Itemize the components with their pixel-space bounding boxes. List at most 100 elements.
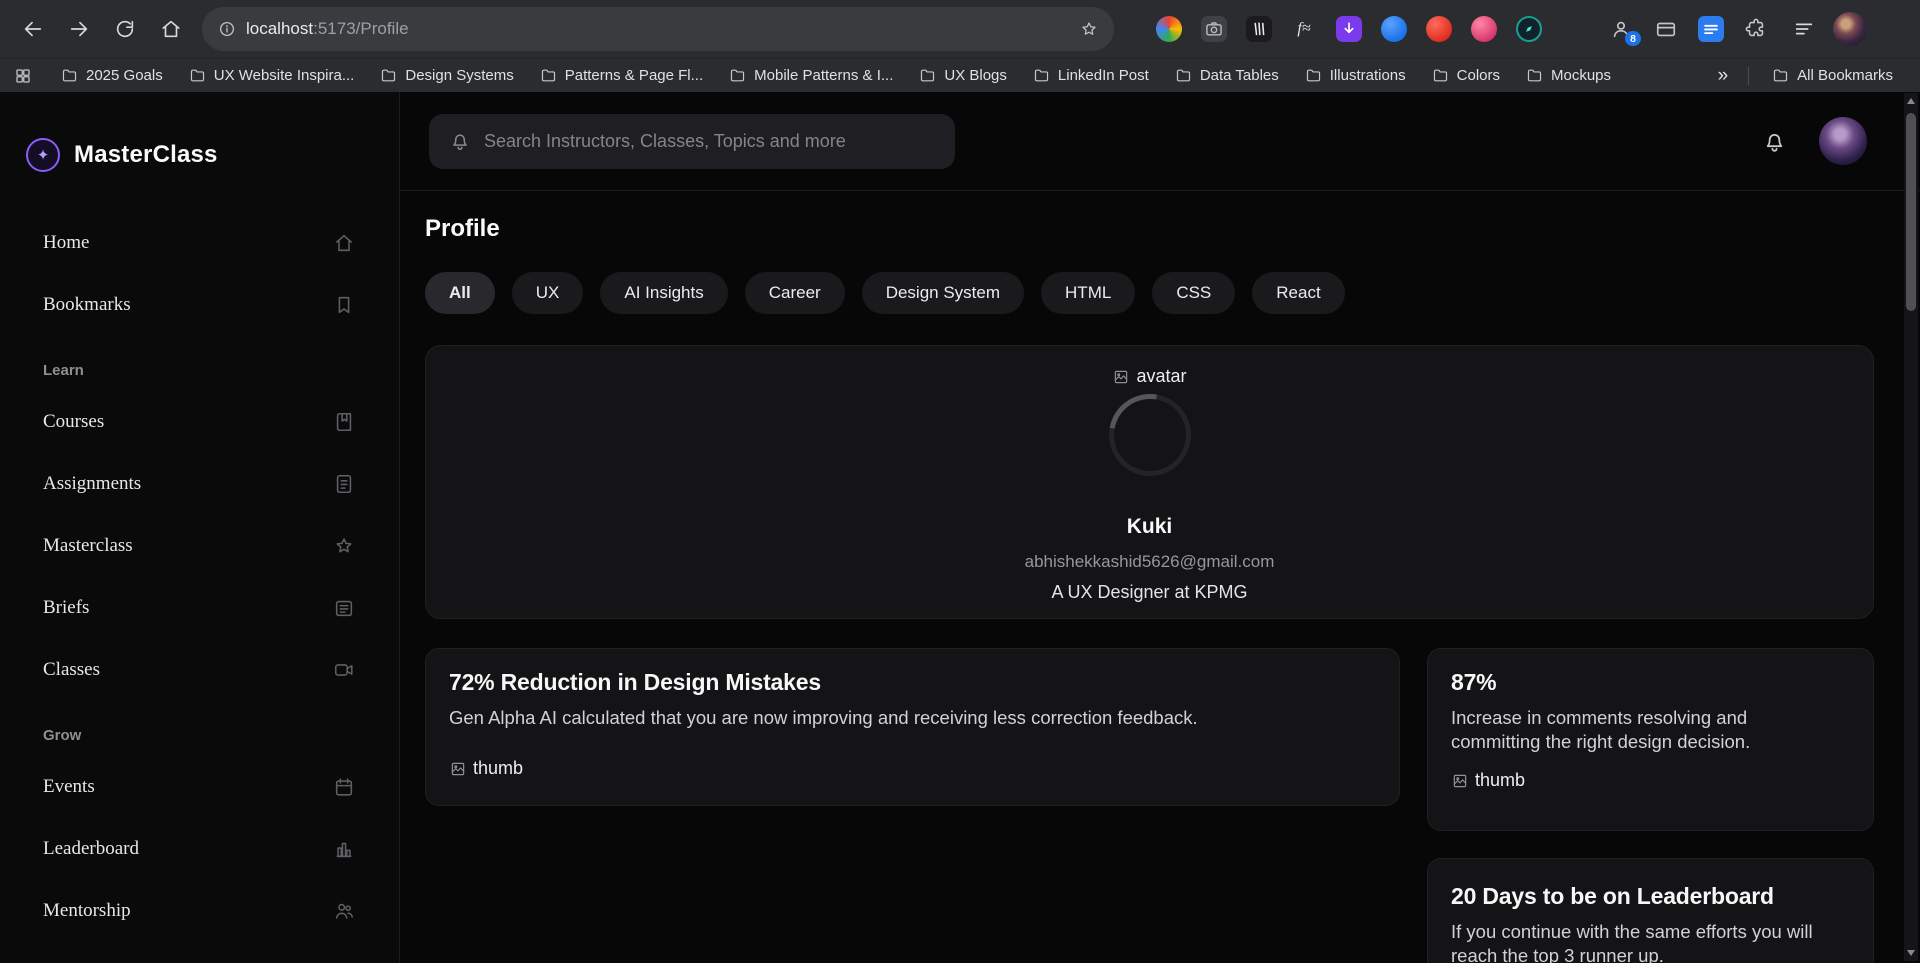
sidebar-item-masterclass[interactable]: Masterclass [0,515,399,577]
back-button[interactable] [12,8,54,50]
bookmark-folder-colors[interactable]: Colors [1419,63,1513,89]
extensions-puzzle-button[interactable] [1743,16,1769,42]
bookmark-label: UX Website Inspira... [213,67,355,84]
browser-menu-button[interactable] [1793,18,1815,40]
extension-icon-colorwheel[interactable] [1156,16,1182,42]
bookmark-folder-linkedin-post[interactable]: LinkedIn Post [1020,63,1162,89]
compass-needle-icon [1519,19,1539,39]
url-text: localhost:5173/Profile [246,19,1070,39]
bookmark-folder-design-systems[interactable]: Design Systems [367,63,526,89]
extension-icon-compass[interactable] [1516,16,1542,42]
broken-thumb-image: thumb [1451,770,1850,791]
sidebar-item-label: Briefs [43,597,90,618]
filter-chip-all[interactable]: All [425,272,495,314]
sidebar-item-home[interactable]: Home [0,212,399,274]
calendar-icon [333,776,355,798]
all-bookmarks-button[interactable]: All Bookmarks [1759,63,1906,89]
scrollbar-down-button[interactable] [1904,945,1918,961]
sidebar-item-assignments[interactable]: Assignments [0,453,399,515]
sidepanel-extension-button[interactable] [1698,16,1724,42]
site-info-icon[interactable] [218,20,236,38]
scrollbar-up-button[interactable] [1904,93,1918,109]
address-bar[interactable]: localhost:5173/Profile [202,7,1114,51]
extension-icon-marks[interactable] [1246,16,1272,42]
extension-icon-blue[interactable] [1381,16,1407,42]
sidebar-item-label: Home [43,232,90,253]
avatar-alt-text: avatar [1136,366,1187,386]
broken-thumb-image: thumb [449,758,1376,779]
apps-grid-button[interactable] [14,67,32,85]
extension-icon-fx[interactable]: f≈ [1291,16,1317,42]
reload-icon [114,18,136,40]
bookmark-label: Design Systems [405,67,514,84]
sidebar-item-leaderboard[interactable]: Leaderboard [0,818,399,880]
sidebar-item-events[interactable]: Events [0,756,399,818]
url-path: :5173/Profile [313,19,409,38]
card-body: If you continue with the same efforts yo… [1451,921,1813,963]
menu-lines-icon [1793,18,1815,40]
folder-icon [1432,67,1449,84]
bookmark-folder-2025-goals[interactable]: 2025 Goals [48,63,176,89]
filter-chip-html[interactable]: HTML [1041,272,1136,314]
filter-chip-design-system[interactable]: Design System [861,272,1025,314]
scrollbar-thumb[interactable] [1906,113,1916,311]
forward-icon [68,18,90,40]
sidebar-item-partial[interactable] [0,942,399,963]
down-arrow-icon [1907,950,1915,956]
bookmark-folder-ux-blogs[interactable]: UX Blogs [906,63,1020,89]
forward-button[interactable] [58,8,100,50]
bookmark-folder-mobile-patterns[interactable]: Mobile Patterns & I... [716,63,906,89]
bookmark-label: UX Blogs [944,67,1007,84]
sidebar-item-briefs[interactable]: Briefs [0,577,399,639]
bookmark-star-button[interactable] [1080,20,1098,38]
filter-chip-ux[interactable]: UX [511,272,584,314]
filter-chip-career[interactable]: Career [744,272,845,314]
avatar-loading-spinner [1092,377,1207,493]
filter-chip-css[interactable]: CSS [1152,272,1236,314]
filter-chip-ai-insights[interactable]: AI Insights [600,272,728,314]
sidebar-item-mentorship[interactable]: Mentorship [0,880,399,942]
extension-icon-pink[interactable] [1471,16,1497,42]
bookmark-label: Illustrations [1329,67,1406,84]
sidebar-section-learn: Learn [43,362,84,379]
bookmarks-overflow-button[interactable]: » [1708,65,1739,87]
user-avatar[interactable] [1819,117,1867,165]
home-button[interactable] [150,8,192,50]
profile-extension-button[interactable]: 8 [1608,16,1641,46]
sidebar-item-classes[interactable]: Classes [0,639,399,701]
home-icon [160,18,182,40]
extension-icon-downloader[interactable] [1336,16,1362,42]
stat-card-leaderboard: 20 Days to be on Leaderboard If you cont… [1427,858,1874,963]
scrollbar-track[interactable] [1904,109,1918,945]
bookmark-folder-data-tables[interactable]: Data Tables [1162,63,1292,89]
notifications-button[interactable] [1762,129,1787,154]
back-icon [22,18,44,40]
page-scrollbar[interactable] [1904,93,1918,961]
folder-icon [61,67,78,84]
bar-chart-icon [333,838,355,860]
bookmark-folder-ux-website[interactable]: UX Website Inspira... [176,63,368,89]
thumb-alt-text: thumb [473,758,524,778]
browser-profile-avatar[interactable] [1833,12,1867,46]
sidebar-item-bookmarks[interactable]: Bookmarks [0,274,399,336]
stat-card-comments: 87% Increase in comments resolving and c… [1427,648,1874,831]
sidebar-item-courses[interactable]: Courses [0,391,399,453]
bookmark-folder-mockups[interactable]: Mockups [1513,63,1624,89]
app-page: ✦ MasterClass Home Bookmarks Learn Cours… [0,92,1920,963]
bookmark-folder-illustrations[interactable]: Illustrations [1292,63,1419,89]
wallet-button[interactable] [1653,16,1679,42]
search-input[interactable] [484,130,935,152]
reload-button[interactable] [104,8,146,50]
folder-icon [380,67,397,84]
card-body: Increase in comments resolving and commi… [1451,707,1751,752]
card-body: Gen Alpha AI calculated that you are now… [449,707,1198,728]
browser-toolbar: localhost:5173/Profile f≈ 8 [0,0,1920,58]
extension-icon-red[interactable] [1426,16,1452,42]
bookmark-folder-patterns[interactable]: Patterns & Page Fl... [527,63,716,89]
sidebar-nav: Home Bookmarks Learn Courses Assignments [0,212,399,963]
extension-icon-camera[interactable] [1201,16,1227,42]
bell-icon [449,130,471,152]
filter-chip-react[interactable]: React [1252,272,1345,314]
search-bar [429,113,955,169]
folder-icon [1772,67,1789,84]
